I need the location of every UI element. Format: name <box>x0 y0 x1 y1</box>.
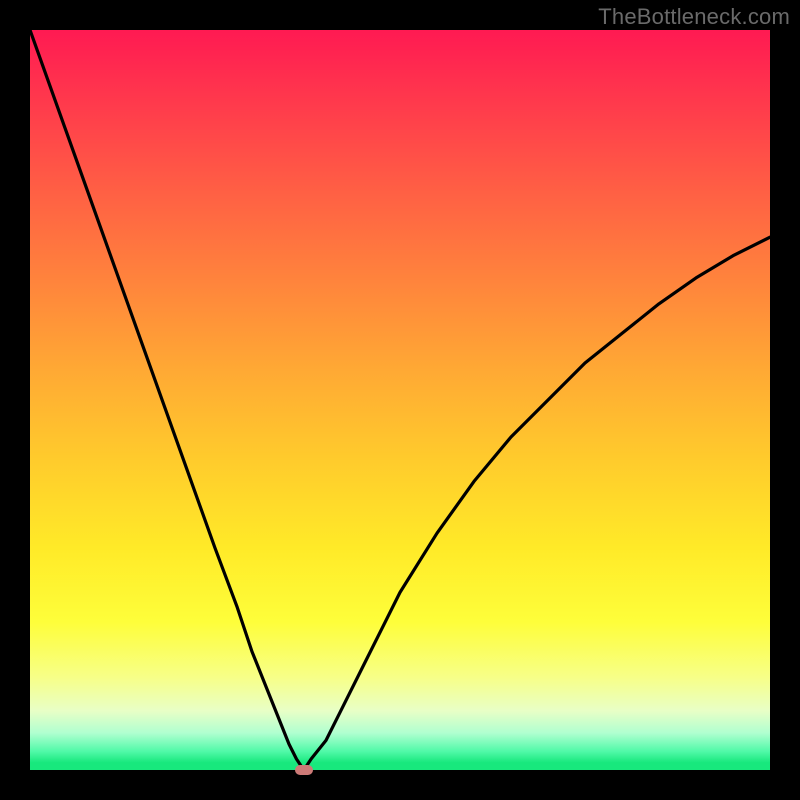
bottleneck-curve <box>30 30 770 770</box>
minimum-marker <box>295 765 313 775</box>
plot-area <box>30 30 770 770</box>
chart-frame: TheBottleneck.com <box>0 0 800 800</box>
watermark-text: TheBottleneck.com <box>598 4 790 30</box>
curve-svg <box>30 30 770 770</box>
